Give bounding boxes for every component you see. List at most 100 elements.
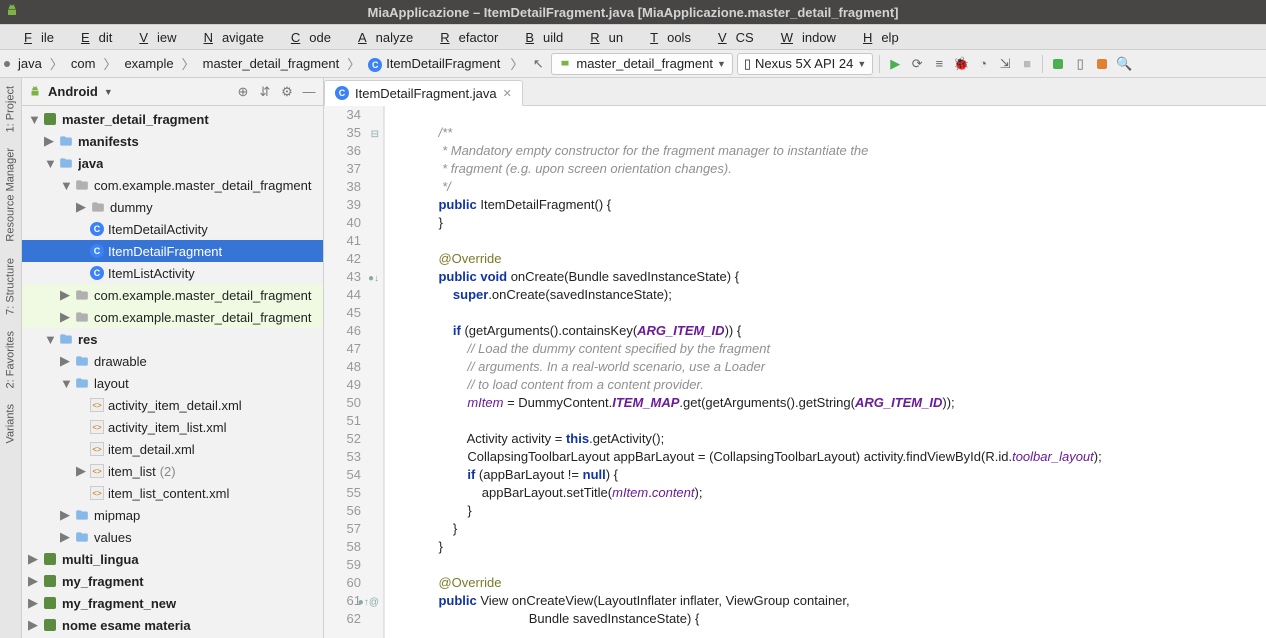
tree-row[interactable]: CItemDetailFragment (22, 240, 323, 262)
code-line[interactable] (424, 556, 1266, 574)
line-number[interactable]: 46 (324, 322, 383, 340)
tree-expand-icon[interactable]: ▶ (60, 529, 70, 545)
stop-button[interactable]: ■ (1018, 55, 1036, 73)
code-line[interactable] (424, 232, 1266, 250)
tool-window-tab-7-structure[interactable]: 7: Structure (0, 250, 21, 323)
menu-item-help[interactable]: Help (845, 27, 908, 48)
tree-row[interactable]: ▶drawable (22, 350, 323, 372)
tree-row[interactable]: ▶nome esame materia (22, 614, 323, 636)
tree-expand-icon[interactable]: ▶ (28, 551, 38, 567)
code-line[interactable]: */ (424, 178, 1266, 196)
menu-item-refactor[interactable]: Refactor (422, 27, 507, 48)
code-line[interactable]: // to load content from a content provid… (424, 376, 1266, 394)
code-line[interactable]: } (424, 214, 1266, 232)
tree-row[interactable]: CItemDetailActivity (22, 218, 323, 240)
menu-item-code[interactable]: Code (273, 27, 340, 48)
code-line[interactable]: appBarLayout.setTitle(mItem.content); (424, 484, 1266, 502)
code-line[interactable]: Bundle savedInstanceState) { (424, 610, 1266, 628)
tree-row[interactable]: ▼master_detail_fragment (22, 108, 323, 130)
debug-button[interactable]: 🐞 (952, 55, 970, 73)
code-line[interactable]: // arguments. In a real-world scenario, … (424, 358, 1266, 376)
tree-row[interactable]: ▶my_fragment (22, 570, 323, 592)
breadcrumb-item[interactable]: master_detail_fragment (199, 54, 344, 73)
tree-expand-icon[interactable]: ▶ (28, 573, 38, 589)
menu-item-build[interactable]: Build (507, 27, 572, 48)
tree-expand-icon[interactable]: ▶ (60, 353, 70, 369)
line-number[interactable]: 59 (324, 556, 383, 574)
line-number[interactable]: 49 (324, 376, 383, 394)
tree-row[interactable]: ▶manifests (22, 130, 323, 152)
code-line[interactable] (424, 304, 1266, 322)
tree-expand-icon[interactable]: ▶ (44, 133, 54, 149)
menu-item-file[interactable]: File (6, 27, 63, 48)
tree-expand-icon[interactable]: ▼ (60, 178, 70, 193)
code-editor[interactable]: /** * Mandatory empty constructor for th… (384, 106, 1266, 638)
line-number[interactable]: 55 (324, 484, 383, 502)
code-line[interactable]: public View onCreateView(LayoutInflater … (424, 592, 1266, 610)
apply-changes-icon[interactable]: ⟳ (908, 55, 926, 73)
tree-row[interactable]: <>activity_item_detail.xml (22, 394, 323, 416)
tree-expand-icon[interactable]: ▶ (76, 463, 86, 479)
close-tab-icon[interactable]: ✕ (503, 87, 512, 100)
code-line[interactable]: * Mandatory empty constructor for the fr… (424, 142, 1266, 160)
line-number[interactable]: 50 (324, 394, 383, 412)
tree-row[interactable]: ▶<>item_list (2) (22, 460, 323, 482)
code-line[interactable] (424, 106, 1266, 124)
code-line[interactable]: // Load the dummy content specified by t… (424, 340, 1266, 358)
settings-icon[interactable]: ⚙ (279, 84, 295, 100)
line-number[interactable]: 42 (324, 250, 383, 268)
tree-expand-icon[interactable]: ▶ (76, 199, 86, 215)
apply-code-changes-icon[interactable]: ≡ (930, 55, 948, 73)
line-number[interactable]: 58 (324, 538, 383, 556)
line-number[interactable]: 48 (324, 358, 383, 376)
line-number[interactable]: 41 (324, 232, 383, 250)
code-line[interactable]: CollapsingToolbarLayout appBarLayout = (… (424, 448, 1266, 466)
code-line[interactable]: * fragment (e.g. upon screen orientation… (424, 160, 1266, 178)
tree-row[interactable]: ▶com.example.master_detail_fragment (22, 284, 323, 306)
home-icon[interactable] (4, 61, 10, 67)
code-line[interactable]: if (appBarLayout != null) { (424, 466, 1266, 484)
code-line[interactable]: } (424, 538, 1266, 556)
code-line[interactable]: super.onCreate(savedInstanceState); (424, 286, 1266, 304)
menu-item-vcs[interactable]: VCS (700, 27, 763, 48)
line-number[interactable]: 51 (324, 412, 383, 430)
code-line[interactable] (424, 412, 1266, 430)
tree-expand-icon[interactable]: ▶ (28, 617, 38, 633)
line-number[interactable]: 60 (324, 574, 383, 592)
tree-expand-icon[interactable]: ▶ (60, 287, 70, 303)
breadcrumb-item[interactable]: com (67, 54, 100, 73)
line-number[interactable]: 47 (324, 340, 383, 358)
line-number[interactable]: 61●↑@ (324, 592, 383, 610)
tree-expand-icon[interactable]: ▶ (28, 595, 38, 611)
code-line[interactable]: if (getArguments().containsKey(ARG_ITEM_… (424, 322, 1266, 340)
tree-expand-icon[interactable]: ▶ (60, 309, 70, 325)
run-configuration-selector[interactable]: master_detail_fragment ▼ (551, 53, 733, 75)
line-number[interactable]: 40 (324, 214, 383, 232)
tool-window-tab-resource-manager[interactable]: Resource Manager (0, 140, 21, 250)
run-button[interactable]: ▶ (886, 55, 904, 73)
line-number[interactable]: 36 (324, 142, 383, 160)
tree-row[interactable]: ▼layout (22, 372, 323, 394)
tree-row[interactable]: ▶mipmap (22, 504, 323, 526)
menu-item-window[interactable]: Window (763, 27, 845, 48)
tree-row[interactable]: ▶multi_lingua (22, 548, 323, 570)
tree-row[interactable]: <>item_detail.xml (22, 438, 323, 460)
code-line[interactable]: @Override (424, 250, 1266, 268)
code-line[interactable]: } (424, 502, 1266, 520)
editor-tab[interactable]: C ItemDetailFragment.java ✕ (324, 80, 523, 106)
line-number[interactable]: 57 (324, 520, 383, 538)
line-number[interactable]: 43●↓ (324, 268, 383, 286)
tool-window-tab-variants[interactable]: Variants (0, 396, 21, 452)
attach-debugger-icon[interactable]: ⇲ (996, 55, 1014, 73)
avd-manager-icon[interactable]: ▯ (1071, 55, 1089, 73)
tree-expand-icon[interactable]: ▶ (60, 507, 70, 523)
line-number-gutter[interactable]: 3435⊟3637383940414243●↓44454647484950515… (324, 106, 384, 638)
code-line[interactable]: /** (424, 124, 1266, 142)
line-number[interactable]: 56 (324, 502, 383, 520)
code-line[interactable]: mItem = DummyContent.ITEM_MAP.get(getArg… (424, 394, 1266, 412)
tree-row[interactable]: ▶my_fragment_new (22, 592, 323, 614)
tree-row[interactable]: ▶values (22, 526, 323, 548)
tree-row[interactable]: <>activity_item_list.xml (22, 416, 323, 438)
code-line[interactable]: @Override (424, 574, 1266, 592)
tool-window-tab-1-project[interactable]: 1: Project (0, 78, 21, 140)
